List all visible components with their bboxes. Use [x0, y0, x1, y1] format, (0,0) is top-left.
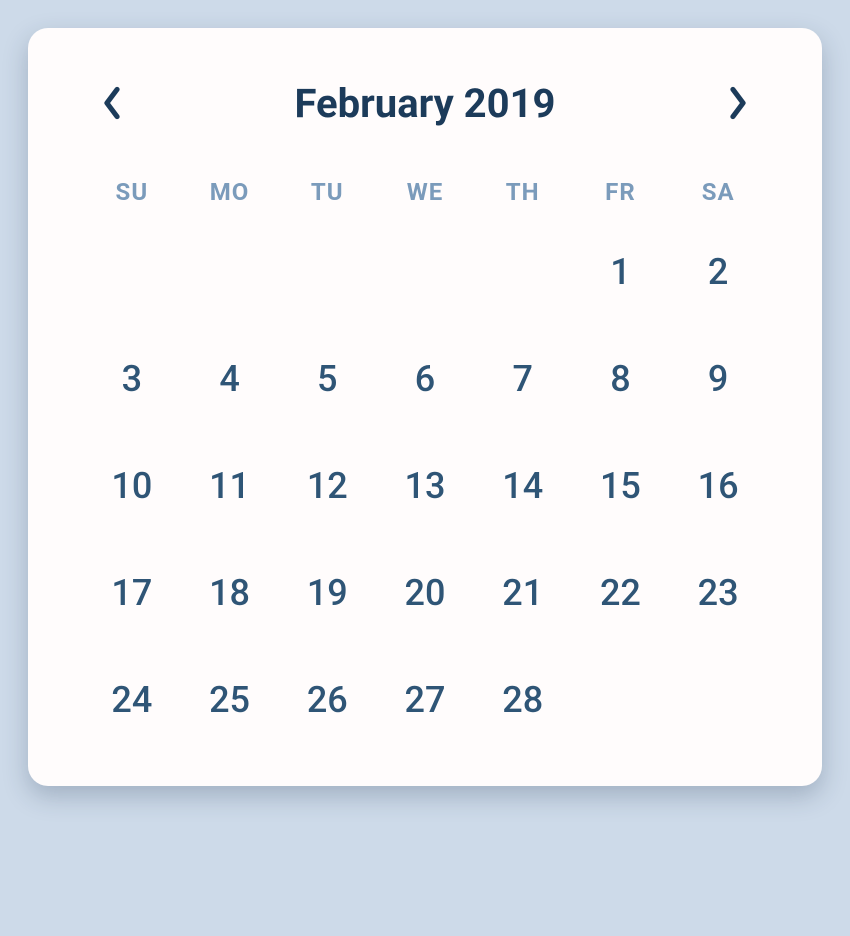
weekday-label: Th: [474, 178, 572, 206]
days-grid: 1 2 3 4 5 6 7 8 9 10 11 12 13 14 15 16 1…: [83, 246, 767, 726]
day-cell[interactable]: 16: [669, 460, 767, 512]
day-cell[interactable]: 20: [376, 567, 474, 619]
day-cell[interactable]: 23: [669, 567, 767, 619]
weekday-label: Fr: [572, 178, 670, 206]
month-year-title: February 2019: [295, 80, 556, 127]
day-cell[interactable]: 17: [83, 567, 181, 619]
day-cell[interactable]: 26: [278, 674, 376, 726]
chevron-left-icon: [101, 86, 123, 120]
weekday-label: We: [376, 178, 474, 206]
day-cell[interactable]: 3: [83, 353, 181, 405]
weekday-label: Mo: [181, 178, 279, 206]
day-cell[interactable]: 27: [376, 674, 474, 726]
day-cell[interactable]: 4: [181, 353, 279, 405]
next-month-button[interactable]: [719, 78, 757, 128]
day-cell[interactable]: 28: [474, 674, 572, 726]
day-cell[interactable]: 11: [181, 460, 279, 512]
calendar-card: February 2019 Su Mo Tu We Th Fr Sa 1 2 3…: [28, 28, 822, 786]
day-cell[interactable]: 21: [474, 567, 572, 619]
day-cell[interactable]: 14: [474, 460, 572, 512]
day-cell[interactable]: 1: [572, 246, 670, 298]
day-cell[interactable]: 5: [278, 353, 376, 405]
day-cell-empty: [376, 246, 474, 298]
chevron-right-icon: [727, 86, 749, 120]
day-cell[interactable]: 8: [572, 353, 670, 405]
day-cell[interactable]: 12: [278, 460, 376, 512]
day-cell-empty: [83, 246, 181, 298]
day-cell[interactable]: 22: [572, 567, 670, 619]
day-cell[interactable]: 9: [669, 353, 767, 405]
day-cell-empty: [278, 246, 376, 298]
day-cell[interactable]: 18: [181, 567, 279, 619]
weekday-header-row: Su Mo Tu We Th Fr Sa: [83, 178, 767, 206]
day-cell[interactable]: 2: [669, 246, 767, 298]
day-cell[interactable]: 6: [376, 353, 474, 405]
day-cell[interactable]: 10: [83, 460, 181, 512]
day-cell-empty: [181, 246, 279, 298]
day-cell-empty: [572, 674, 670, 726]
day-cell[interactable]: 24: [83, 674, 181, 726]
prev-month-button[interactable]: [93, 78, 131, 128]
day-cell[interactable]: 13: [376, 460, 474, 512]
day-cell-empty: [474, 246, 572, 298]
weekday-label: Sa: [669, 178, 767, 206]
day-cell-empty: [669, 674, 767, 726]
calendar-header: February 2019: [83, 78, 767, 128]
day-cell[interactable]: 25: [181, 674, 279, 726]
day-cell[interactable]: 7: [474, 353, 572, 405]
day-cell[interactable]: 19: [278, 567, 376, 619]
weekday-label: Tu: [278, 178, 376, 206]
day-cell[interactable]: 15: [572, 460, 670, 512]
weekday-label: Su: [83, 178, 181, 206]
